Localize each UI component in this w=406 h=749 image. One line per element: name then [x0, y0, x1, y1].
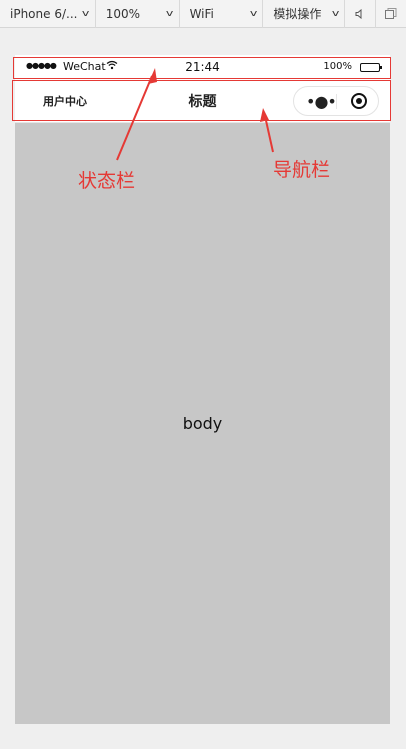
phone-screen: ●●●●● WeChat 21:44 100% 用户中心 标题 •●• body — [15, 55, 390, 724]
more-icon[interactable]: •●• — [306, 92, 337, 111]
body-label: body — [182, 414, 223, 433]
speaker-icon[interactable] — [345, 0, 375, 28]
status-bar: ●●●●● WeChat 21:44 100% — [15, 55, 390, 79]
chevron-down-icon: v — [82, 8, 90, 19]
device-select[interactable]: iPhone 6/... v — [0, 0, 96, 28]
network-select[interactable]: WiFi v — [180, 0, 264, 28]
simulator-toolbar: iPhone 6/... v 100% v WiFi v 模拟操作 v — [0, 0, 406, 28]
battery-icon — [360, 63, 382, 72]
window-icon[interactable] — [375, 0, 406, 28]
close-target-icon[interactable] — [351, 93, 367, 109]
simulate-action-label: 模拟操作 — [273, 7, 322, 21]
battery-percent: 100% — [323, 61, 352, 72]
simulate-action-select[interactable]: 模拟操作 v — [263, 0, 346, 28]
status-bar-annotation: 状态栏 — [78, 170, 136, 192]
nav-bar-annotation: 导航栏 — [273, 159, 331, 181]
zoom-select-label: 100% — [105, 6, 141, 21]
network-select-label: WiFi — [189, 6, 214, 21]
target-dot — [356, 98, 362, 104]
chevron-down-icon: v — [331, 8, 340, 19]
device-select-label: iPhone 6/... — [10, 6, 78, 21]
chevron-down-icon: v — [166, 8, 174, 19]
chevron-down-icon: v — [249, 8, 258, 19]
capsule-divider — [336, 94, 337, 109]
navigation-bar: 用户中心 标题 •●• — [15, 79, 390, 123]
menu-capsule: •●• — [293, 86, 379, 116]
zoom-select[interactable]: 100% v — [96, 0, 180, 28]
